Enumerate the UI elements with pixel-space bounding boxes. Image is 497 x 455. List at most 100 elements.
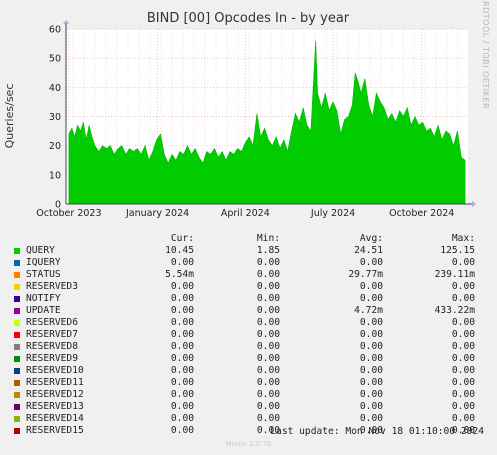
legend-swatch [14,344,20,350]
x-tick-label: January 2024 [125,208,189,219]
legend-cur-value: 0.00 [170,353,194,364]
legend-max-value: 0.00 [451,401,475,412]
legend-min-value: 1.85 [256,245,280,256]
legend-min-value: 0.00 [256,389,280,400]
legend-min-value: 0.00 [256,353,280,364]
last-update: Last update: Mon Nov 18 01:10:00 2024 [270,426,484,437]
legend-max-value: 0.00 [451,293,475,304]
y-axis-arrow [63,20,69,24]
legend-row: RESERVED13 0.00 0.00 0.00 0.00 [12,401,492,413]
legend-avg-value: 29.77m [348,269,383,280]
legend-cur-value: 0.00 [170,377,194,388]
x-tick-label: October 2023 [36,208,101,219]
legend-series-name: NOTIFY [26,293,61,304]
legend-series-name: RESERVED9 [26,353,78,364]
chart: 0102030405060 October 2023 January 2024 Ap… [3,0,490,219]
legend-swatch [14,260,20,266]
legend-row: RESERVED9 0.00 0.00 0.00 0.00 [12,353,492,365]
legend-min-value: 0.00 [256,305,280,316]
legend-series-name: RESERVED10 [26,365,84,376]
legend-avg-value: 0.00 [359,377,383,388]
legend-cur-value: 0.00 [170,329,194,340]
legend-row: RESERVED3 0.00 0.00 0.00 0.00 [12,281,492,293]
legend-avg-value: 0.00 [359,317,383,328]
y-tick-label: 40 [49,83,61,94]
legend-avg-value: 24.51 [354,245,383,256]
legend-swatch [14,248,20,254]
x-tick-label: April 2024 [221,208,270,219]
legend-swatch [14,308,20,314]
legend-avg-value: 0.00 [359,401,383,412]
legend-header: Cur: Min: Avg: Max: [12,233,492,245]
legend-row: RESERVED11 0.00 0.00 0.00 0.00 [12,377,492,389]
legend-row: RESERVED12 0.00 0.00 0.00 0.00 [12,389,492,401]
legend-swatch [14,404,20,410]
legend-swatch [14,296,20,302]
legend-avg-value: 0.00 [359,257,383,268]
legend-max-value: 0.00 [451,365,475,376]
legend-row: RESERVED14 0.00 0.00 0.00 0.00 [12,413,492,425]
legend-series-name: STATUS [26,269,61,280]
y-axis-label: Queries/sec [3,84,16,149]
legend-series-name: RESERVED14 [26,413,84,424]
y-tick-label: 60 [49,25,61,36]
legend-row: UPDATE 0.00 0.00 4.72m 433.22m [12,305,492,317]
legend-max-value: 239.11m [434,269,475,280]
legend-header-cur: Cur: [170,233,194,244]
legend-avg-value: 0.00 [359,341,383,352]
legend-min-value: 0.00 [256,317,280,328]
legend-row: RESERVED8 0.00 0.00 0.00 0.00 [12,341,492,353]
legend-max-value: 0.00 [451,281,475,292]
legend-max-value: 0.00 [451,413,475,424]
x-tick-labels: October 2023 January 2024 April 2024 July 2… [36,208,454,219]
legend-min-value: 0.00 [256,293,280,304]
x-axis-arrow [472,201,476,207]
legend-avg-value: 4.72m [354,305,383,316]
legend-avg-value: 0.00 [359,389,383,400]
y-tick-label: 10 [49,170,61,181]
legend-cur-value: 0.00 [170,389,194,400]
legend-swatch [14,416,20,422]
legend-max-value: 0.00 [451,341,475,352]
legend-swatch [14,428,20,434]
legend-cur-value: 0.00 [170,401,194,412]
legend-cur-value: 0.00 [170,317,194,328]
legend-cur-value: 0.00 [170,305,194,316]
legend-series-name: QUERY [26,245,55,256]
legend-swatch [14,272,20,278]
legend-header-min: Min: [256,233,280,244]
legend-cur-value: 10.45 [165,245,194,256]
legend-series-name: RESERVED7 [26,329,78,340]
legend-max-value: 433.22m [434,305,475,316]
legend-series-name: RESERVED13 [26,401,84,412]
legend-cur-value: 0.00 [170,257,194,268]
legend-max-value: 0.00 [451,317,475,328]
legend-row: IQUERY 0.00 0.00 0.00 0.00 [12,257,492,269]
legend-min-value: 0.00 [256,341,280,352]
legend-series-name: IQUERY [26,257,61,268]
legend-row: RESERVED7 0.00 0.00 0.00 0.00 [12,329,492,341]
legend-cur-value: 5.54m [165,269,194,280]
y-tick-labels: 0102030405060 [49,25,61,211]
legend-avg-value: 0.00 [359,329,383,340]
legend-min-value: 0.00 [256,329,280,340]
legend-max-value: 0.00 [451,389,475,400]
legend-cur-value: 0.00 [170,425,194,436]
legend-min-value: 0.00 [256,401,280,412]
y-tick-label: 30 [49,112,61,123]
y-tick-label: 50 [49,54,61,65]
legend-series-name: RESERVED15 [26,425,84,436]
legend-avg-value: 0.00 [359,413,383,424]
legend-row: QUERY 10.45 1.85 24.51 125.15 [12,245,492,257]
legend-cur-value: 0.00 [170,365,194,376]
legend-series-name: UPDATE [26,305,61,316]
legend-series-name: RESERVED6 [26,317,78,328]
legend-row: STATUS 5.54m 0.00 29.77m 239.11m [12,269,492,281]
legend-swatch [14,320,20,326]
x-tick-label: October 2024 [389,208,454,219]
legend-cur-value: 0.00 [170,413,194,424]
legend-row: NOTIFY 0.00 0.00 0.00 0.00 [12,293,492,305]
legend-max-value: 0.00 [451,377,475,388]
x-tick-label: July 2024 [310,208,355,219]
legend-swatch [14,380,20,386]
